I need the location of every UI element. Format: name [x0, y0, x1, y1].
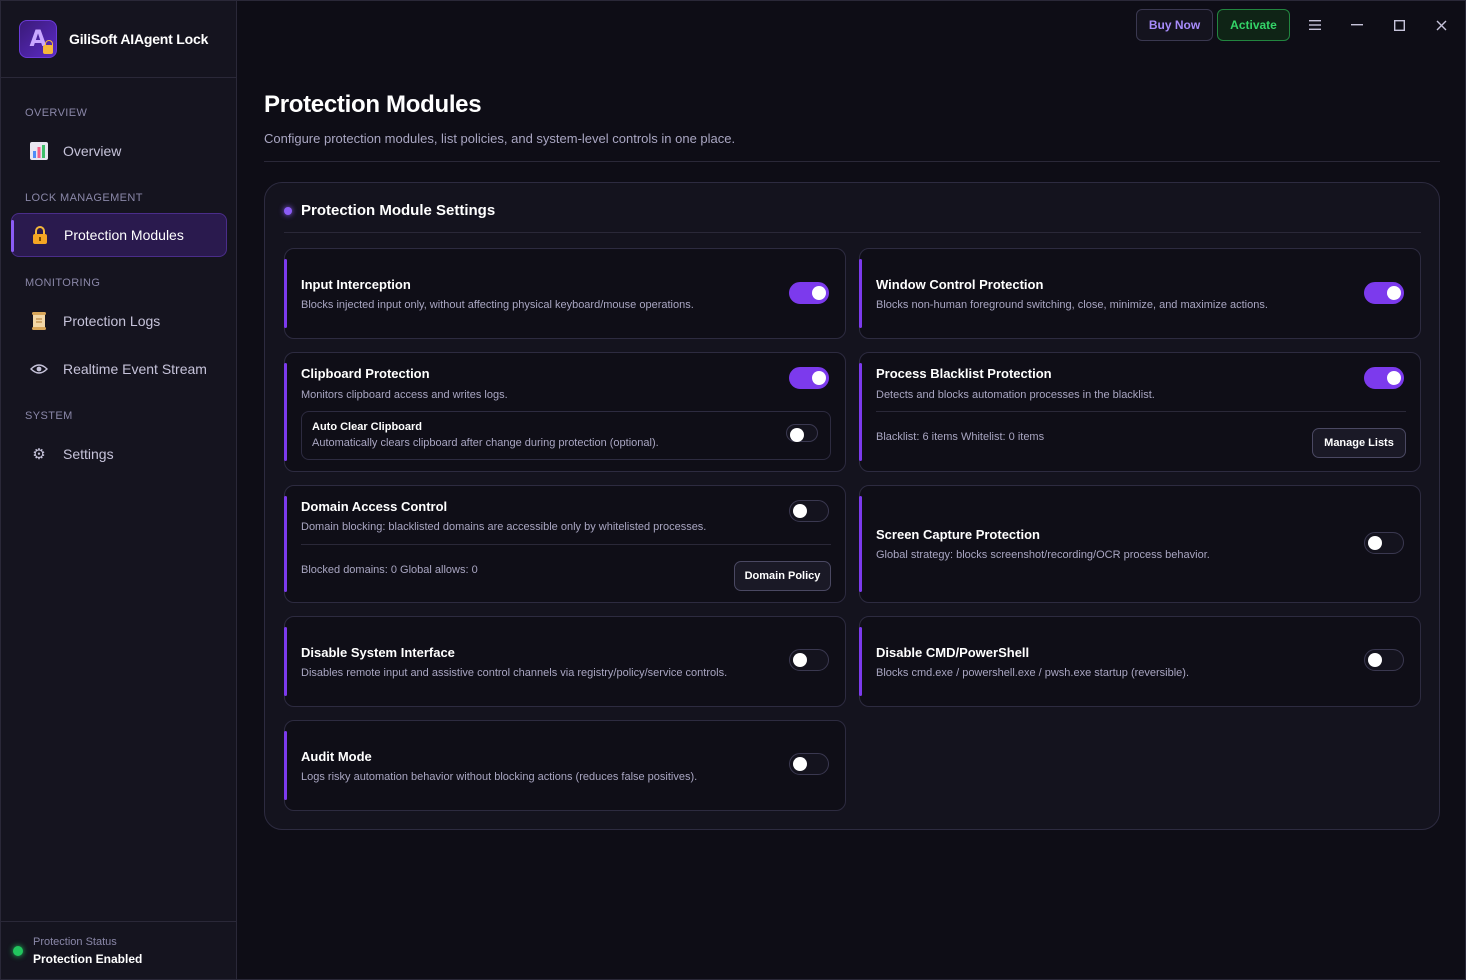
sidebar: A GiliSoft AIAgent Lock OVERVIEW Overvie… [1, 1, 237, 979]
panel-title: Protection Module Settings [301, 202, 496, 219]
sidebar-item-protection-modules[interactable]: Protection Modules [11, 213, 227, 257]
manage-lists-button[interactable]: Manage Lists [1312, 428, 1406, 458]
sidebar-item-label: Protection Modules [64, 227, 184, 243]
process-blacklist-toggle[interactable] [1364, 367, 1404, 389]
sidebar-item-label: Overview [63, 143, 122, 159]
maximize-icon[interactable] [1387, 13, 1411, 37]
card-divider [876, 411, 1406, 412]
protection-settings-panel: Protection Module Settings Input Interce… [264, 182, 1440, 830]
disable-system-interface-toggle[interactable] [789, 649, 829, 671]
protection-status: Protection Status Protection Enabled [1, 921, 236, 979]
module-card-window-control: Window Control Protection Blocks non-hum… [859, 248, 1421, 339]
page-subtitle: Configure protection modules, list polic… [264, 131, 736, 146]
status-indicator-dot [13, 946, 23, 956]
gear-icon: ⚙ [32, 446, 46, 463]
module-title: Disable System Interface [301, 645, 455, 660]
audit-mode-toggle[interactable] [789, 753, 829, 775]
app-name: GiliSoft AIAgent Lock [69, 31, 209, 47]
sidebar-item-overview[interactable]: Overview [11, 129, 227, 173]
sub-option-description: Automatically clears clipboard after cha… [312, 437, 659, 449]
domain-access-toggle[interactable] [789, 500, 829, 522]
nav-section-system: SYSTEM [25, 410, 73, 422]
clipboard-protection-toggle[interactable] [789, 367, 829, 389]
status-label: Protection Status [33, 936, 117, 948]
page-title: Protection Modules [264, 91, 482, 118]
domain-policy-button[interactable]: Domain Policy [734, 561, 831, 591]
brand: A GiliSoft AIAgent Lock [1, 1, 236, 78]
module-card-domain-access: Domain Access Control Domain blocking: b… [284, 485, 846, 603]
module-description: Monitors clipboard access and writes log… [301, 389, 508, 401]
module-description: Blocks injected input only, without affe… [301, 299, 694, 311]
buy-now-button[interactable]: Buy Now [1136, 9, 1213, 41]
nav-section-lock-management: LOCK MANAGEMENT [25, 192, 143, 204]
window-control-toggle[interactable] [1364, 282, 1404, 304]
app-logo-icon: A [19, 20, 57, 58]
module-card-disable-system-interface: Disable System Interface Disables remote… [284, 616, 846, 707]
disable-cmd-powershell-toggle[interactable] [1364, 649, 1404, 671]
module-title: Window Control Protection [876, 277, 1044, 292]
module-description: Blocks cmd.exe / powershell.exe / pwsh.e… [876, 667, 1190, 679]
module-title: Audit Mode [301, 749, 372, 764]
app-window: A GiliSoft AIAgent Lock OVERVIEW Overvie… [0, 0, 1466, 980]
page-divider [264, 161, 1440, 162]
module-title: Domain Access Control [301, 499, 448, 514]
module-card-audit-mode: Audit Mode Logs risky automation behavio… [284, 720, 846, 811]
module-description: Logs risky automation behavior without b… [301, 771, 698, 783]
module-card-disable-cmd-powershell: Disable CMD/PowerShell Blocks cmd.exe / … [859, 616, 1421, 707]
status-value: Protection Enabled [33, 952, 143, 966]
sidebar-item-protection-logs[interactable]: Protection Logs [11, 299, 227, 343]
module-description: Domain blocking: blacklisted domains are… [301, 521, 707, 533]
input-interception-toggle[interactable] [789, 282, 829, 304]
module-card-process-blacklist: Process Blacklist Protection Detects and… [859, 352, 1421, 472]
sidebar-item-label: Settings [63, 446, 114, 462]
module-title: Disable CMD/PowerShell [876, 645, 1030, 660]
sub-option-title: Auto Clear Clipboard [312, 421, 423, 433]
module-description: Blocks non-human foreground switching, c… [876, 299, 1268, 311]
sidebar-item-realtime-event-stream[interactable]: Realtime Event Stream [11, 347, 227, 391]
module-card-clipboard-protection: Clipboard Protection Monitors clipboard … [284, 352, 846, 472]
panel-title-dot [284, 207, 292, 215]
module-card-input-interception: Input Interception Blocks injected input… [284, 248, 846, 339]
module-title: Screen Capture Protection [876, 527, 1040, 542]
menu-icon[interactable] [1303, 13, 1327, 37]
scroll-icon [29, 311, 49, 331]
sidebar-item-settings[interactable]: ⚙ Settings [11, 432, 227, 476]
bar-chart-icon [29, 141, 49, 161]
module-card-screen-capture: Screen Capture Protection Global strateg… [859, 485, 1421, 603]
card-divider [301, 544, 831, 545]
module-title: Clipboard Protection [301, 366, 430, 381]
domain-counts: Blocked domains: 0 Global allows: 0 [301, 564, 478, 576]
minimize-icon[interactable] [1345, 13, 1369, 37]
module-description: Detects and blocks automation processes … [876, 389, 1155, 401]
blacklist-counts: Blacklist: 6 items Whitelist: 0 items [876, 431, 1045, 443]
auto-clear-clipboard-option: Auto Clear Clipboard Automatically clear… [301, 411, 831, 460]
nav-section-monitoring: MONITORING [25, 277, 101, 289]
screen-capture-toggle[interactable] [1364, 532, 1404, 554]
activate-button[interactable]: Activate [1217, 9, 1290, 41]
nav-section-overview: OVERVIEW [25, 107, 88, 119]
module-title: Process Blacklist Protection [876, 366, 1052, 381]
sidebar-item-label: Protection Logs [63, 313, 161, 329]
module-title: Input Interception [301, 277, 411, 292]
lock-icon [30, 225, 50, 245]
close-icon[interactable] [1429, 13, 1453, 37]
module-description: Disables remote input and assistive cont… [301, 667, 728, 679]
auto-clear-clipboard-toggle[interactable] [786, 424, 818, 442]
sidebar-item-label: Realtime Event Stream [63, 361, 207, 377]
module-description: Global strategy: blocks screenshot/recor… [876, 549, 1210, 561]
panel-divider [284, 232, 1421, 233]
eye-icon [29, 359, 49, 379]
